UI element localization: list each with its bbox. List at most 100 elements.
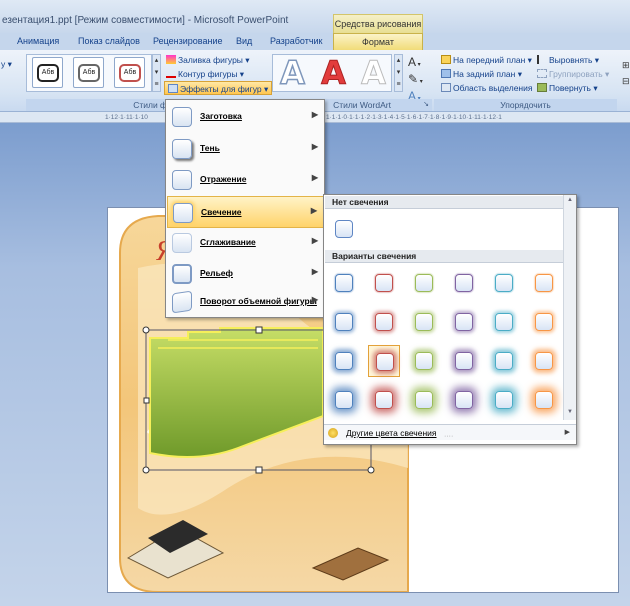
- selection-pane-label: Область выделения: [453, 83, 533, 93]
- bring-to-front-button[interactable]: На передний план ▾: [441, 53, 532, 67]
- no-glow-option[interactable]: [328, 213, 360, 245]
- glow-swatch: [495, 274, 513, 292]
- glow-gallery-scrollbar[interactable]: ▲ ▼: [563, 195, 576, 420]
- tab-review[interactable]: Рецензирование: [153, 33, 223, 50]
- glow-variant-option[interactable]: [448, 267, 480, 299]
- wordart-style-3[interactable]: A: [357, 57, 390, 90]
- glow-variant-option[interactable]: [488, 345, 520, 377]
- wordart-group-text: Стили WordArt: [333, 100, 391, 110]
- glow-variant-option[interactable]: [448, 345, 480, 377]
- shape-style-gallery-scroll[interactable]: ▴ ▾ ≡: [152, 54, 161, 92]
- tab-animation[interactable]: Анимация: [17, 33, 59, 50]
- align-button[interactable]: Выровнять ▾: [537, 53, 599, 67]
- no-glow-swatch: [335, 220, 353, 238]
- shape-styles-prev-dropdown[interactable]: у ▾: [1, 57, 12, 71]
- shape-style-preset-3[interactable]: Абв: [114, 57, 145, 88]
- menu-item-shadow-label: Тень: [200, 143, 220, 153]
- wordart-gallery-scroll[interactable]: ▴ ▾ ≡: [394, 54, 403, 92]
- shape-outline-button[interactable]: Контур фигуры ▾: [166, 67, 244, 81]
- tab-developer[interactable]: Разработчик: [270, 33, 322, 50]
- glow-variant-option[interactable]: [368, 345, 400, 377]
- glow-variant-option[interactable]: [488, 384, 520, 416]
- menu-item-glow[interactable]: Свечение ▶: [167, 196, 324, 228]
- shape-style-preset-1[interactable]: Абв: [32, 57, 63, 88]
- resize-grip-icon[interactable]: ····: [444, 433, 453, 440]
- scroll-up-icon[interactable]: ▲: [567, 197, 573, 203]
- shape-fill-button[interactable]: Заливка фигуры ▾: [166, 53, 250, 67]
- size-group-icons[interactable]: ⊞ ⊟: [622, 57, 630, 89]
- drawing-tools-context-label: Средства рисования: [333, 14, 423, 33]
- chevron-right-icon: ▶: [311, 110, 318, 119]
- more-glow-colors-label: Другие цвета свечения: [346, 428, 437, 438]
- rotate-button[interactable]: Повернуть ▾: [537, 81, 598, 95]
- glow-swatch: [455, 313, 473, 331]
- menu-item-3d-rotation[interactable]: Поворот объемной фигуры ▶: [167, 286, 324, 318]
- resize-handle-nw[interactable]: [142, 326, 150, 334]
- glow-swatch: [535, 391, 553, 409]
- glow-variant-option[interactable]: [488, 267, 520, 299]
- window-title: езентация1.ppt [Режим совместимости] - M…: [2, 15, 289, 26]
- reflection-icon: [172, 170, 192, 190]
- glow-variant-option[interactable]: [448, 384, 480, 416]
- glow-variant-option[interactable]: [408, 267, 440, 299]
- tab-slideshow[interactable]: Показ слайдов: [78, 33, 140, 50]
- selection-pane-button[interactable]: Область выделения: [441, 81, 532, 95]
- menu-item-soft-edges-label: Сглаживание: [200, 237, 256, 247]
- send-to-back-button[interactable]: На задний план ▾: [441, 67, 522, 81]
- menu-item-shadow[interactable]: Тень ▶: [167, 133, 324, 165]
- resize-handle-n[interactable]: [255, 326, 263, 334]
- glow-variant-option[interactable]: [408, 384, 440, 416]
- glow-variant-option[interactable]: [408, 345, 440, 377]
- glow-variants-header: Варианты свечения: [325, 250, 565, 263]
- menu-item-glow-label: Свечение: [201, 207, 242, 217]
- glow-variant-option[interactable]: [448, 306, 480, 338]
- glow-variant-option[interactable]: [528, 306, 560, 338]
- glow-variant-option[interactable]: [528, 345, 560, 377]
- bring-front-icon: [441, 55, 451, 64]
- glow-variant-option[interactable]: [368, 267, 400, 299]
- glow-variant-option[interactable]: [488, 306, 520, 338]
- glow-variant-option[interactable]: [368, 384, 400, 416]
- shape-style-preset-2[interactable]: Абв: [73, 57, 104, 88]
- shape-effects-button[interactable]: Эффекты для фигур ▾: [164, 81, 273, 95]
- chevron-right-icon: ▶: [311, 295, 318, 304]
- glow-variant-option[interactable]: [368, 306, 400, 338]
- menu-item-reflection-label: Отражение: [200, 174, 247, 184]
- more-glow-colors-item[interactable]: Другие цвета свечения ▶ ····: [324, 424, 576, 440]
- send-back-icon: [441, 69, 451, 78]
- wordart-style-1[interactable]: A: [276, 56, 309, 90]
- glow-variant-option[interactable]: [528, 267, 560, 299]
- tab-view[interactable]: Вид: [236, 33, 252, 50]
- resize-handle-s[interactable]: [255, 466, 263, 474]
- glow-variant-option[interactable]: [528, 384, 560, 416]
- text-fill-icon[interactable]: A ▾: [408, 55, 423, 72]
- group-label: Группировать ▾: [549, 69, 610, 79]
- menu-item-preset[interactable]: Заготовка ▶: [167, 101, 324, 133]
- resize-handle-sw[interactable]: [142, 466, 150, 474]
- wordart-style-2[interactable]: A: [317, 57, 350, 90]
- menu-item-soft-edges[interactable]: Сглаживание ▶: [167, 227, 324, 259]
- glow-variant-option[interactable]: [328, 384, 360, 416]
- tab-format[interactable]: Формат: [333, 33, 423, 50]
- resize-handle-w[interactable]: [143, 397, 150, 404]
- scroll-down-icon[interactable]: ▼: [567, 409, 573, 415]
- glow-icon: [173, 203, 193, 223]
- glow-variant-option[interactable]: [408, 306, 440, 338]
- text-outline-icon[interactable]: ✎ ▾: [408, 72, 423, 89]
- shape-style-preset-2-label: Абв: [78, 64, 100, 82]
- resize-handle-se[interactable]: [367, 466, 375, 474]
- menu-item-preset-label: Заготовка: [200, 111, 242, 121]
- 3d-rotation-icon: [172, 290, 192, 314]
- glow-variant-option[interactable]: [328, 345, 360, 377]
- chevron-right-icon: ▶: [311, 173, 318, 182]
- preset-icon: [172, 107, 192, 127]
- ruler-right-ticks: 1·1·1·0·1·1·1·2·1·3·1·4·1·5·1·6·1·7·1·8·…: [326, 114, 502, 121]
- glow-variant-option[interactable]: [328, 267, 360, 299]
- menu-item-reflection[interactable]: Отражение ▶: [167, 164, 324, 196]
- glow-swatch: [375, 274, 393, 292]
- group-button[interactable]: Группировать ▾: [537, 67, 609, 81]
- shape-effects-icon: [168, 84, 178, 93]
- glow-variant-option[interactable]: [328, 306, 360, 338]
- dialog-launcher-icon[interactable]: ↘: [423, 99, 429, 111]
- pencil-icon: [166, 69, 176, 78]
